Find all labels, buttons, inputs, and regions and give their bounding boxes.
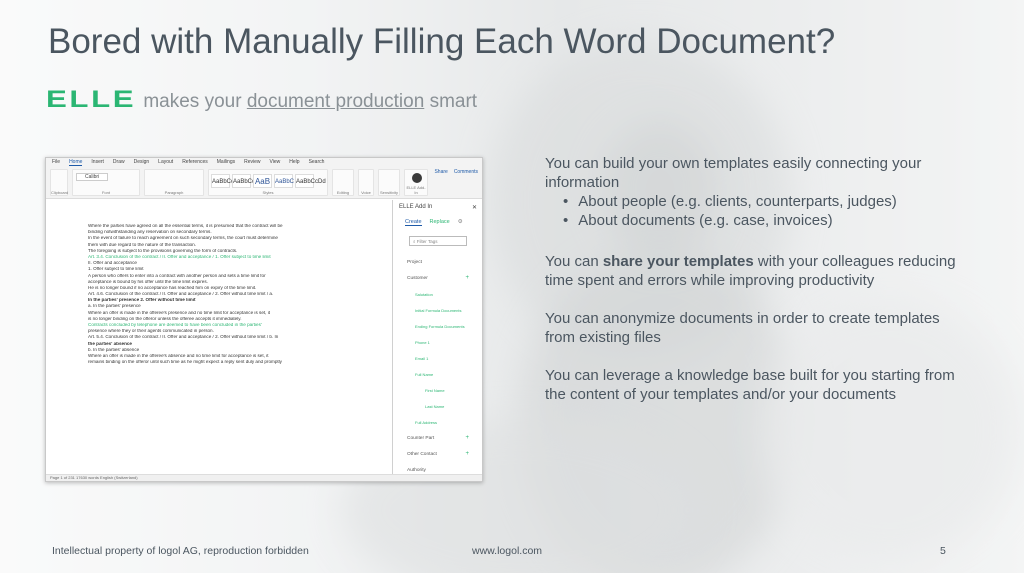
tagline-link[interactable]: document production (247, 91, 424, 112)
slide-title: Bored with Manually Filling Each Word Do… (48, 22, 836, 61)
settings-icon[interactable]: ⚙ (458, 219, 463, 226)
doc-line: remains binding on the offeror until suc… (88, 360, 282, 365)
tagline-pre: makes your (143, 91, 242, 112)
tab-create[interactable]: Create (405, 219, 422, 226)
tagline: ELLE makes your document production smar… (46, 88, 477, 113)
ribbon-group-font[interactable]: Calibri Font (72, 169, 140, 196)
tree-item[interactable]: Email 1 (393, 350, 482, 366)
share-button[interactable]: Share (434, 169, 447, 196)
menu-search[interactable]: Search (309, 159, 325, 166)
elle-addin-icon (412, 173, 422, 183)
tree-item-label: Full Name (415, 371, 434, 377)
word-menubar: File Home Insert Draw Design Layout References… (46, 158, 482, 167)
tagline-text: makes your document production smart (143, 91, 477, 113)
tree-item[interactable]: First Name (393, 382, 482, 398)
style-heading-2: AaBbC (274, 174, 294, 188)
elle-addin-pane: ELLE Add In ✕ Create Replace ⚙ ⌕ Filter … (392, 200, 482, 478)
font-name-box: Calibri (76, 173, 109, 181)
tree-item[interactable]: Full Name (393, 366, 482, 382)
addin-title: ELLE Add In (399, 204, 433, 210)
tree-item-label: Ending Formula Documents (415, 323, 465, 329)
feature-anonymize: You can anonymize documents in order to … (545, 310, 940, 346)
style-no-spacing: AaBbCcDc (232, 174, 262, 188)
tree-item-label: Full Address (415, 419, 438, 425)
tree-item[interactable]: Initial Formula Documents (393, 302, 482, 318)
plus-icon[interactable]: + (465, 451, 469, 457)
menu-design[interactable]: Design (134, 159, 150, 166)
style-normal: AaBbCcDc (211, 174, 241, 188)
word-statusbar: Page 1 of 231 17630 words English (Switz… (46, 474, 482, 481)
tree-item-label: Counter Part (407, 435, 435, 441)
ribbon-group-voice[interactable]: Voice (358, 169, 374, 196)
menu-file[interactable]: File (52, 159, 60, 166)
tree-item-label: Other Contact (407, 451, 437, 457)
menu-review[interactable]: Review (244, 159, 260, 166)
plus-icon[interactable]: + (465, 275, 469, 281)
tree-item[interactable]: Ending Formula Documents (393, 318, 482, 334)
ribbon-group-styles[interactable]: AaBbCcDc AaBbCcDc AaB AaBbC AaBbCcDd Sty… (208, 169, 328, 196)
tree-item-label: Authority (407, 467, 426, 473)
tree-item-label: Project (407, 259, 422, 265)
tree-item-label: Phone 1 (415, 339, 430, 345)
feature-sub-bullets: About people (e.g. clients, counterparts… (563, 192, 965, 230)
addin-tabs: Create Replace ⚙ (393, 215, 482, 230)
document-page[interactable]: Where the parties have agreed on all the… (46, 200, 346, 475)
feature-templates: You can build your own templates easily … (545, 155, 922, 191)
menu-layout[interactable]: Layout (158, 159, 173, 166)
elle-logo: ELLE (46, 86, 137, 113)
menu-insert[interactable]: Insert (91, 159, 104, 166)
tree-item[interactable]: Customer + (393, 270, 482, 286)
word-ribbon: Clipboard Calibri Font Paragraph AaBbCcD… (46, 167, 482, 199)
tree-item-label: Customer (407, 275, 428, 281)
footer-website[interactable]: www.logol.com (472, 545, 542, 557)
close-icon[interactable]: ✕ (472, 204, 477, 211)
tree-item-label: Email 1 (415, 355, 429, 361)
tree-item[interactable]: Salutation (393, 286, 482, 302)
menu-view[interactable]: View (270, 159, 281, 166)
ribbon-group-elle-addin[interactable]: ELLE Add-In (404, 169, 428, 196)
menu-draw[interactable]: Draw (113, 159, 125, 166)
footer-ip-notice: Intellectual property of logol AG, repro… (52, 545, 309, 557)
tagline-post: smart (429, 91, 478, 112)
feature-knowledge-base: You can leverage a knowledge base built … (545, 367, 955, 403)
plus-icon[interactable]: + (465, 435, 469, 441)
comments-button[interactable]: Comments (454, 169, 478, 196)
word-window-screenshot: File Home Insert Draw Design Layout References… (45, 157, 483, 482)
tree-item[interactable]: Last Name (393, 398, 482, 414)
tab-replace[interactable]: Replace (430, 219, 450, 226)
tree-item-label: Initial Formula Documents (415, 307, 462, 313)
menu-mailings[interactable]: Mailings (217, 159, 235, 166)
tree-item[interactable]: Phone 1 (393, 334, 482, 350)
addin-title-bar: ELLE Add In ✕ (393, 200, 482, 215)
page-number: 5 (940, 545, 946, 557)
tree-item-label: Last Name (425, 403, 445, 409)
menu-home[interactable]: Home (69, 159, 83, 166)
ribbon-group-paragraph[interactable]: Paragraph (144, 169, 204, 196)
ribbon-group-clipboard[interactable]: Clipboard (50, 169, 68, 196)
share-templates-emphasis: share your templates (602, 253, 754, 270)
ribbon-group-sensitivity[interactable]: Sensitivity (378, 169, 400, 196)
bullet-people: About people (e.g. clients, counterparts… (563, 192, 965, 211)
tag-tree: Project Customer + Salutation Initial Formul… (393, 254, 482, 478)
style-heading-3: AaBbCcDd (295, 174, 326, 188)
tree-item[interactable]: Project (393, 254, 482, 270)
menu-help[interactable]: Help (289, 159, 299, 166)
ribbon-group-editing[interactable]: Editing (332, 169, 354, 196)
feature-list: You can build your own templates easily … (545, 154, 965, 423)
feature-share: You can share your templates with your c… (545, 253, 956, 289)
style-heading-1: AaB (253, 174, 272, 188)
bullet-documents: About documents (e.g. case, invoices) (563, 211, 965, 230)
filter-tags-input[interactable]: ⌕ Filter Tags (409, 236, 467, 246)
menu-references[interactable]: References (182, 159, 208, 166)
tree-item[interactable]: Other Contact + (393, 446, 482, 462)
tree-item[interactable]: Full Address (393, 414, 482, 430)
tree-item-label: Salutation (415, 291, 433, 297)
tree-item-label: First Name (425, 387, 445, 393)
share-comments: Share Comments (434, 169, 478, 196)
tree-item[interactable]: Counter Part + (393, 430, 482, 446)
